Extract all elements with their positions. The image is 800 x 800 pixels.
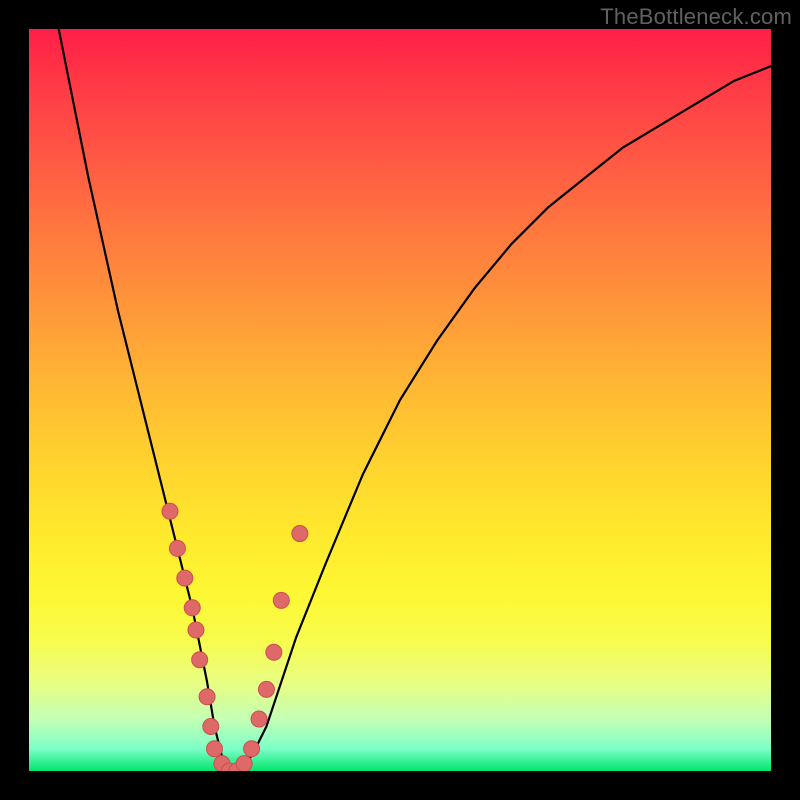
data-marker <box>251 711 267 727</box>
data-marker <box>162 503 178 519</box>
chart-svg <box>29 29 771 771</box>
data-marker <box>258 681 274 697</box>
watermark-text: TheBottleneck.com <box>600 4 792 30</box>
marker-group <box>162 503 308 771</box>
data-marker <box>236 756 252 771</box>
data-marker <box>207 741 223 757</box>
bottleneck-curve <box>59 29 771 771</box>
data-marker <box>203 718 219 734</box>
data-marker <box>184 600 200 616</box>
data-marker <box>244 741 260 757</box>
data-marker <box>169 540 185 556</box>
data-marker <box>292 526 308 542</box>
plot-area <box>29 29 771 771</box>
data-marker <box>273 592 289 608</box>
data-marker <box>199 689 215 705</box>
data-marker <box>266 644 282 660</box>
data-marker <box>188 622 204 638</box>
data-marker <box>177 570 193 586</box>
data-marker <box>192 652 208 668</box>
